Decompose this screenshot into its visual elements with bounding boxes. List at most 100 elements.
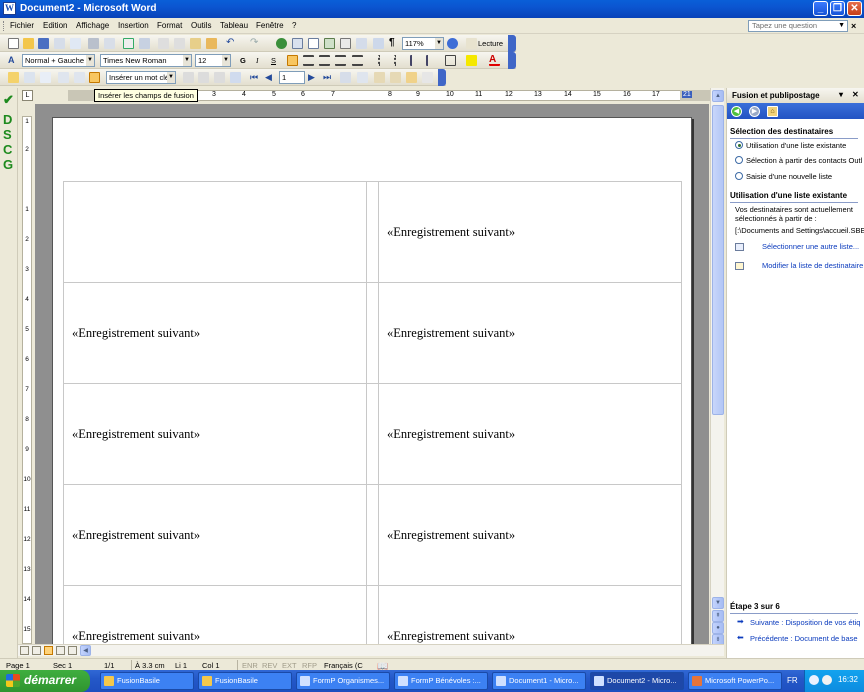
vertical-scrollbar[interactable]: ▲ ▼ ⇞ ● ⇟ bbox=[710, 88, 724, 646]
format-painter-icon[interactable] bbox=[206, 38, 217, 49]
document-page[interactable]: «Enregistrement suivant» «Enregistrement… bbox=[52, 117, 692, 644]
italic-button[interactable]: I bbox=[256, 56, 259, 65]
document-map-icon[interactable] bbox=[373, 38, 384, 49]
chevron-down-icon[interactable]: ▼ bbox=[222, 55, 230, 66]
scroll-thumb[interactable] bbox=[712, 105, 724, 415]
edit-recipients-link[interactable]: Modifier la liste de destinataire bbox=[762, 261, 863, 270]
radio-new-list[interactable]: Saisie d'une nouvelle liste bbox=[735, 172, 832, 181]
tables-borders-icon[interactable] bbox=[292, 38, 303, 49]
word-app-icon[interactable]: W bbox=[3, 2, 16, 15]
back-icon[interactable]: ◀ bbox=[731, 106, 742, 117]
start-button[interactable]: démarrer bbox=[0, 670, 90, 692]
toolbar-options-icon[interactable] bbox=[508, 35, 516, 52]
outline-view-icon[interactable] bbox=[56, 646, 65, 655]
menu-fichier[interactable]: Fichier bbox=[10, 21, 34, 30]
taskbar-item[interactable]: FormP Bénévoles :... bbox=[394, 672, 488, 690]
view-merged-data-icon[interactable] bbox=[183, 72, 194, 83]
status-ext[interactable]: EXT bbox=[282, 661, 297, 670]
read-mode-button[interactable]: Lecture bbox=[478, 39, 503, 48]
macro-g-button[interactable]: G bbox=[3, 157, 13, 172]
highlight-icon[interactable] bbox=[466, 55, 477, 66]
last-record-icon[interactable]: ⏭ bbox=[323, 72, 334, 83]
taskbar-item[interactable]: FusionBasile bbox=[100, 672, 194, 690]
chevron-down-icon[interactable]: ▾ bbox=[839, 90, 843, 99]
normal-view-icon[interactable] bbox=[20, 646, 29, 655]
checkmark-icon[interactable]: ✔ bbox=[3, 92, 14, 108]
menu-outils[interactable]: Outils bbox=[191, 21, 211, 30]
undo-icon[interactable]: ↶ bbox=[226, 38, 237, 49]
label-cell[interactable] bbox=[63, 181, 367, 283]
volume-icon[interactable] bbox=[822, 675, 832, 685]
radio-icon[interactable] bbox=[735, 156, 743, 164]
label-cell[interactable]: «Enregistrement suivant» bbox=[63, 585, 367, 644]
numbering-icon[interactable] bbox=[378, 55, 389, 66]
spelling-icon[interactable] bbox=[123, 38, 134, 49]
scroll-down-icon[interactable]: ▼ bbox=[712, 597, 724, 609]
chevron-down-icon[interactable]: ▼ bbox=[86, 55, 94, 66]
menu-edition[interactable]: Edition bbox=[43, 21, 67, 30]
open-data-source-icon[interactable] bbox=[24, 72, 35, 83]
underline-button[interactable]: S bbox=[271, 56, 276, 65]
menu-help[interactable]: ? bbox=[292, 21, 296, 30]
insert-excel-icon[interactable] bbox=[324, 38, 335, 49]
edit-list-icon[interactable] bbox=[735, 262, 744, 270]
font-select[interactable]: Times New Roman ▼ bbox=[100, 54, 192, 67]
copy-icon[interactable] bbox=[174, 38, 185, 49]
label-cell[interactable]: «Enregistrement suivant» bbox=[63, 383, 367, 485]
menu-tableau[interactable]: Tableau bbox=[220, 21, 248, 30]
label-cell[interactable]: «Enregistrement suivant» bbox=[63, 282, 367, 384]
bold-button[interactable]: G bbox=[240, 56, 246, 65]
merge-new-document-icon[interactable] bbox=[374, 72, 385, 83]
decrease-indent-icon[interactable] bbox=[410, 55, 421, 66]
merge-email-icon[interactable] bbox=[406, 72, 417, 83]
horizontal-scrollbar[interactable]: ◀ bbox=[18, 644, 724, 656]
permission-icon[interactable] bbox=[54, 38, 65, 49]
insert-greeting-line-icon[interactable] bbox=[74, 72, 85, 83]
line-spacing-icon[interactable] bbox=[352, 55, 363, 66]
save-icon[interactable] bbox=[38, 38, 49, 49]
print-preview-icon[interactable] bbox=[104, 38, 115, 49]
toolbar-options-icon[interactable] bbox=[508, 52, 516, 69]
research-icon[interactable] bbox=[139, 38, 150, 49]
chevron-down-icon[interactable]: ▼ bbox=[183, 55, 191, 66]
taskbar-item-active[interactable]: Document2 - Micro... bbox=[590, 672, 684, 690]
print-icon[interactable] bbox=[88, 38, 99, 49]
home-icon[interactable]: ⌂ bbox=[767, 106, 778, 117]
doc-close-icon[interactable]: × bbox=[851, 21, 856, 31]
close-button[interactable]: ✕ bbox=[847, 1, 862, 16]
taskbar-item[interactable]: Document1 - Micro... bbox=[492, 672, 586, 690]
ask-question-input[interactable]: Tapez une question ▼ bbox=[748, 20, 848, 32]
menu-grip[interactable] bbox=[3, 21, 6, 31]
zoom-select[interactable]: 117% ▼ bbox=[402, 37, 444, 50]
minimize-button[interactable]: _ bbox=[813, 1, 828, 16]
label-cell[interactable]: «Enregistrement suivant» bbox=[63, 484, 367, 586]
macro-s-button[interactable]: S bbox=[3, 127, 12, 142]
read-mode-icon[interactable] bbox=[466, 38, 477, 49]
font-size-select[interactable]: 12 ▼ bbox=[195, 54, 231, 67]
insert-address-block-icon[interactable] bbox=[58, 72, 69, 83]
radio-outlook-contacts[interactable]: Sélection à partir des contacts Outl bbox=[735, 156, 862, 165]
cut-icon[interactable] bbox=[158, 38, 169, 49]
font-color-icon[interactable]: A bbox=[489, 55, 500, 66]
justify-icon[interactable] bbox=[335, 55, 346, 66]
radio-existing-list[interactable]: Utilisation d'une liste existante bbox=[735, 141, 846, 150]
status-language[interactable]: Français (C bbox=[324, 661, 363, 670]
chevron-down-icon[interactable]: ▼ bbox=[435, 38, 443, 49]
menu-format[interactable]: Format bbox=[157, 21, 182, 30]
bullets-icon[interactable] bbox=[394, 55, 405, 66]
new-document-icon[interactable] bbox=[8, 38, 19, 49]
previous-page-icon[interactable]: ⇞ bbox=[712, 610, 724, 622]
drawing-icon[interactable] bbox=[356, 38, 367, 49]
label-cell[interactable]: «Enregistrement suivant» bbox=[378, 181, 682, 283]
chevron-down-icon[interactable]: ▼ bbox=[838, 21, 845, 31]
insert-merge-fields-icon[interactable] bbox=[89, 72, 100, 83]
show-hide-marks-icon[interactable]: ¶ bbox=[389, 38, 400, 49]
insert-table-icon[interactable] bbox=[308, 38, 319, 49]
insert-keyword-select[interactable]: Insérer un mot clé ▼ bbox=[106, 71, 176, 84]
next-arrow-icon[interactable]: ➡ bbox=[737, 617, 744, 626]
next-step-link[interactable]: Suivante : Disposition de vos étiq bbox=[750, 618, 860, 627]
border-icon[interactable] bbox=[445, 55, 456, 66]
redo-icon[interactable]: ↷ bbox=[250, 38, 261, 49]
select-list-icon[interactable] bbox=[735, 243, 744, 251]
align-right-icon[interactable] bbox=[319, 55, 330, 66]
